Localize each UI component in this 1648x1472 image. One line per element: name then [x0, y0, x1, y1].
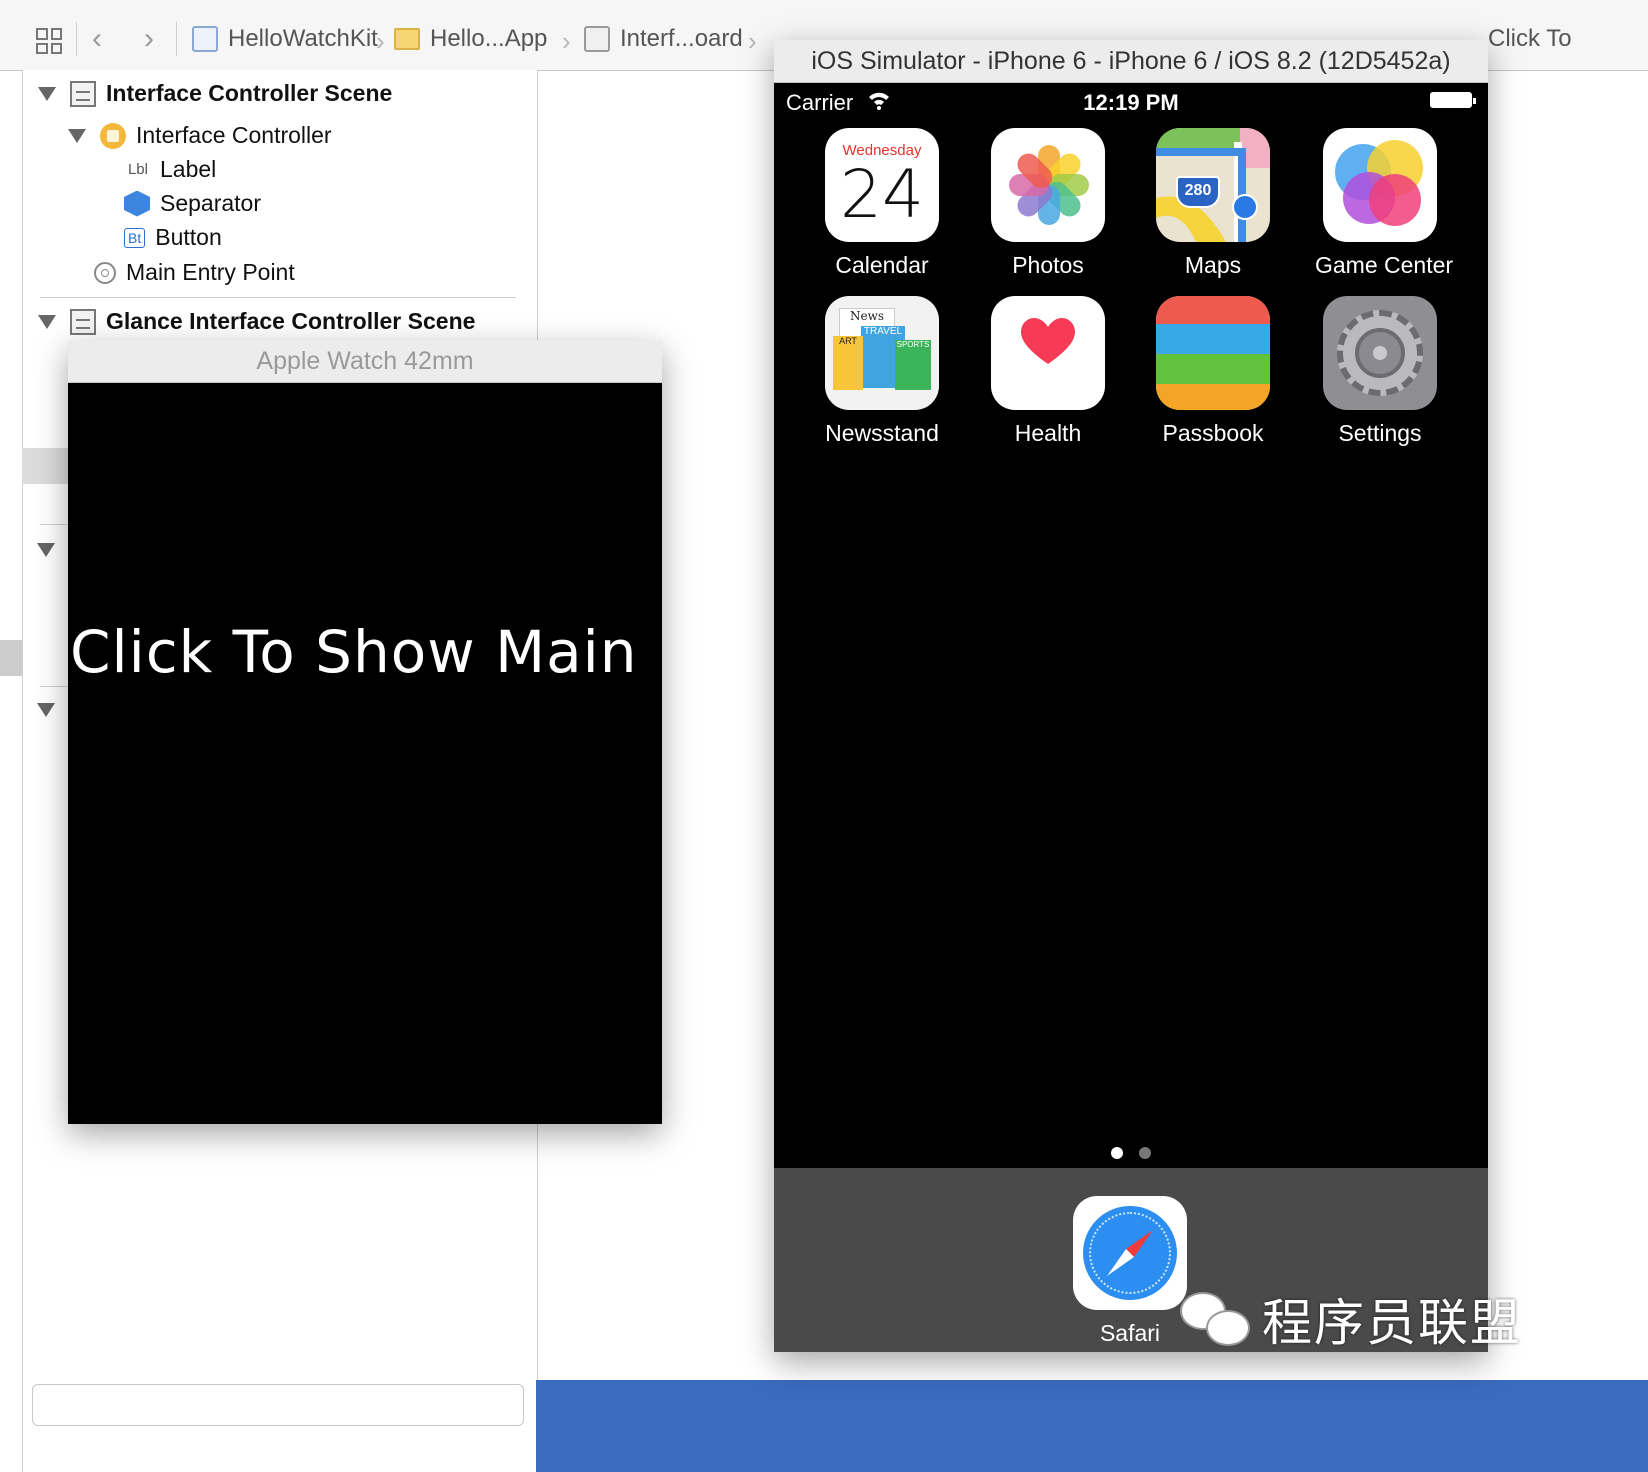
page-dot[interactable] — [1111, 1147, 1123, 1159]
canvas-bottom-bar — [536, 1380, 1648, 1472]
back-arrow-icon[interactable]: ‹ — [92, 22, 102, 56]
disclosure-triangle-icon[interactable] — [38, 314, 56, 329]
outline-label: Glance Interface Controller Scene — [106, 308, 476, 334]
disclosure-triangle-icon[interactable] — [38, 86, 56, 101]
location-arrow-icon — [1232, 194, 1258, 220]
maps-icon: 280 — [1156, 128, 1270, 242]
calendar-icon: Wednesday 24 — [825, 128, 939, 242]
breadcrumb-label-item[interactable]: Click To — [1488, 22, 1572, 56]
entry-point-icon — [94, 261, 116, 284]
page-dot[interactable] — [1139, 1147, 1151, 1159]
app-photos[interactable]: Photos — [983, 128, 1113, 279]
interface-controller-icon — [100, 122, 126, 149]
photos-icon — [991, 128, 1105, 242]
chevron-right-icon: › — [748, 26, 757, 56]
settings-gear-icon — [1323, 296, 1437, 410]
game-center-icon — [1323, 128, 1437, 242]
app-label: Game Center — [1315, 252, 1454, 278]
outline-label: Interface Controller Scene — [106, 80, 393, 106]
newsstand-sports: SPORTS — [895, 340, 931, 390]
outline-label: Main Entry Point — [126, 259, 295, 285]
outline-row-button[interactable]: Bt Button — [124, 224, 222, 251]
app-label: Calendar — [835, 252, 929, 278]
app-safari[interactable]: Safari — [1065, 1196, 1195, 1347]
toolbar-divider — [176, 22, 177, 56]
outline-row-separator[interactable]: Separator — [124, 190, 261, 217]
interstate-shield-icon: 280 — [1176, 176, 1220, 208]
watch-label[interactable]: Click To Show Main — [70, 618, 638, 686]
outline-label: Label — [160, 156, 217, 182]
outline-label: Button — [155, 224, 222, 250]
app-maps[interactable]: 280 Maps — [1148, 128, 1278, 279]
wechat-icon — [1180, 1288, 1252, 1350]
ios-simulator-window: iOS Simulator - iPhone 6 - iPhone 6 / iO… — [774, 40, 1488, 1352]
disclosure-triangle-icon[interactable] — [37, 703, 55, 717]
breadcrumb-label: Hello...App — [430, 25, 548, 52]
app-calendar[interactable]: Wednesday 24 Calendar — [817, 128, 947, 279]
outline-filter-field[interactable] — [32, 1384, 524, 1426]
chevron-right-icon: › — [376, 26, 385, 56]
chevron-right-icon: › — [562, 26, 571, 56]
outline-label: Interface Controller — [136, 122, 332, 148]
breadcrumb-storyboard[interactable]: Interf...oard — [584, 22, 743, 56]
app-label: Health — [1014, 420, 1082, 446]
label-icon: Lbl — [127, 161, 148, 178]
outline-divider — [40, 686, 68, 687]
calendar-day: 24 — [840, 156, 924, 233]
breadcrumb-project[interactable]: HelloWatchKit — [192, 22, 378, 56]
window-title[interactable]: iOS Simulator - iPhone 6 - iPhone 6 / iO… — [774, 40, 1488, 83]
wechat-watermark: 程序员联盟 — [1180, 1284, 1522, 1354]
app-label: Safari — [1099, 1320, 1161, 1346]
breadcrumb-label: Click To — [1488, 25, 1572, 52]
app-label: Passbook — [1162, 420, 1264, 446]
outline-row-glance-scene[interactable]: Glance Interface Controller Scene — [38, 308, 475, 335]
app-passbook[interactable]: Passbook — [1148, 296, 1278, 447]
outline-row-interface-controller-scene[interactable]: Interface Controller Scene — [38, 80, 392, 107]
toolbar-divider — [76, 22, 77, 56]
scene-icon — [70, 80, 96, 107]
app-newsstand[interactable]: News TRAVEL ART SPORTS Newsstand — [817, 296, 947, 447]
window-title[interactable]: Apple Watch 42mm — [68, 340, 662, 383]
page-control[interactable] — [774, 1146, 1488, 1164]
separator-icon — [124, 190, 150, 217]
status-time: 12:19 PM — [1083, 90, 1179, 115]
scene-icon — [70, 308, 96, 335]
app-label: Maps — [1184, 252, 1242, 278]
project-icon — [192, 26, 218, 52]
passbook-icon — [1156, 296, 1270, 410]
app-game-center[interactable]: Game Center — [1315, 128, 1454, 279]
disclosure-triangle-icon[interactable] — [37, 543, 55, 557]
health-icon — [991, 296, 1105, 410]
outline-row-interface-controller[interactable]: Interface Controller — [68, 122, 332, 149]
breadcrumb-group[interactable]: Hello...App — [394, 22, 547, 56]
safari-compass-icon — [1073, 1196, 1187, 1310]
outline-label: Separator — [160, 190, 262, 216]
newsstand-art: ART — [833, 336, 863, 390]
newsstand-icon: News TRAVEL ART SPORTS — [825, 296, 939, 410]
breadcrumb-label: HelloWatchKit — [228, 25, 378, 52]
outline-divider — [40, 297, 516, 298]
app-label: Newsstand — [825, 420, 939, 446]
app-health[interactable]: Health — [983, 296, 1113, 447]
watermark-text: 程序员联盟 — [1262, 1294, 1522, 1352]
app-settings[interactable]: Settings — [1315, 296, 1445, 447]
disclosure-triangle-icon[interactable] — [68, 128, 86, 143]
outline-divider — [40, 524, 68, 525]
status-bar: Carrier 12:19 PM — [774, 82, 1488, 120]
breadcrumb-label: Interf...oard — [620, 25, 743, 52]
storyboard-icon — [584, 26, 610, 52]
app-label: Settings — [1338, 420, 1422, 446]
outline-row-label[interactable]: Lbl Label — [122, 156, 216, 183]
app-label: Photos — [1012, 252, 1084, 278]
selected-row-highlight — [0, 640, 22, 676]
button-icon: Bt — [124, 227, 146, 248]
selected-row-highlight — [22, 448, 68, 484]
outline-row-main-entry-point[interactable]: Main Entry Point — [94, 259, 295, 286]
battery-icon — [1430, 92, 1476, 108]
related-items-icon[interactable] — [36, 28, 62, 54]
folder-icon — [394, 28, 420, 50]
apple-watch-window: Apple Watch 42mm Click To Show Main — [68, 340, 662, 1124]
forward-arrow-icon[interactable]: › — [144, 22, 154, 56]
